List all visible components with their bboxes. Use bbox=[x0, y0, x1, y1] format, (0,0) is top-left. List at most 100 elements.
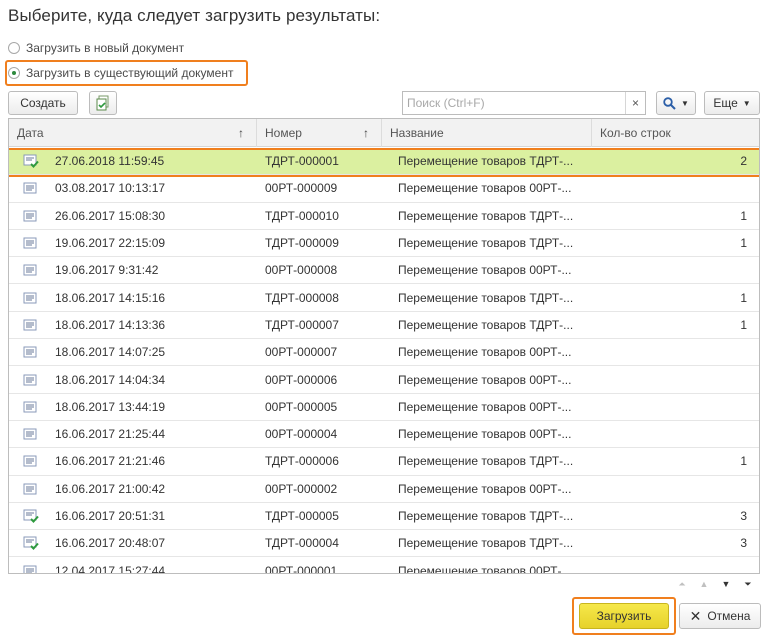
table-row[interactable]: 03.08.2017 10:13:17 00РТ-000009 Перемещени… bbox=[9, 175, 759, 203]
column-name-label: Название bbox=[390, 126, 444, 140]
copy-document-icon bbox=[96, 95, 109, 111]
cell-count bbox=[599, 476, 747, 502]
chevron-down-icon: ▼ bbox=[681, 98, 689, 108]
table-row[interactable]: 18.06.2017 14:04:34 00РТ-000006 Перемещени… bbox=[9, 366, 759, 394]
cell-date: 18.06.2017 14:07:25 bbox=[55, 345, 166, 360]
create-button[interactable]: Создать bbox=[8, 91, 78, 115]
table-row[interactable]: 18.06.2017 14:13:36 ТДРТ-000007 Перемещени… bbox=[9, 312, 759, 340]
cell-count: 1 bbox=[740, 454, 747, 469]
document-list-icon bbox=[23, 312, 41, 338]
cell-name: Перемещение товаров 00РТ-... bbox=[398, 345, 572, 360]
cell-name: Перемещение товаров ТДРТ-... bbox=[398, 454, 574, 469]
column-count[interactable]: Кол-во строк bbox=[592, 119, 759, 147]
cell-name: Перемещение товаров ТДРТ-... bbox=[398, 317, 574, 332]
cell-date: 26.06.2017 15:08:30 bbox=[55, 208, 166, 223]
table-row[interactable]: 16.06.2017 21:21:46 ТДРТ-000006 Перемещени… bbox=[9, 448, 759, 476]
cell-name: Перемещение товаров 00РТ-... bbox=[398, 263, 572, 278]
cancel-button[interactable]: ✕ Отмена bbox=[679, 603, 761, 629]
table-row[interactable]: 19.06.2017 22:15:09 ТДРТ-000009 Перемещени… bbox=[9, 230, 759, 258]
table-row[interactable]: 16.06.2017 21:00:42 00РТ-000002 Перемещени… bbox=[9, 476, 759, 503]
document-list-icon bbox=[23, 339, 41, 365]
document-list-icon bbox=[23, 230, 41, 256]
cancel-label: Отмена bbox=[707, 609, 751, 623]
cell-number: 00РТ-000005 bbox=[265, 399, 338, 414]
document-list-icon bbox=[23, 203, 41, 229]
option-new-document-label: Загрузить в новый документ bbox=[26, 41, 185, 55]
cell-count: 2 bbox=[740, 154, 747, 169]
cell-date: 16.06.2017 21:00:42 bbox=[55, 481, 166, 496]
table-row[interactable]: 16.06.2017 20:48:07 ТДРТ-000004 Перемещени… bbox=[9, 530, 759, 558]
cell-name: Перемещение товаров ТДРТ-... bbox=[398, 154, 574, 169]
column-date[interactable]: Дата ↑ bbox=[9, 119, 257, 147]
document-posted-icon bbox=[23, 530, 41, 556]
table-row[interactable]: 18.06.2017 14:15:16 ТДРТ-000008 Перемещени… bbox=[9, 284, 759, 312]
table-row[interactable]: 18.06.2017 13:44:19 00РТ-000005 Перемещени… bbox=[9, 394, 759, 421]
load-button[interactable]: Загрузить bbox=[579, 603, 669, 629]
table-row[interactable]: 27.06.2018 11:59:45 ТДРТ-000001 Перемещени… bbox=[9, 148, 759, 177]
cell-count: 1 bbox=[740, 236, 747, 251]
cell-date: 19.06.2017 22:15:09 bbox=[55, 236, 166, 251]
cell-name: Перемещение товаров ТДРТ-... bbox=[398, 208, 574, 223]
cell-count bbox=[599, 557, 747, 573]
search-input[interactable] bbox=[403, 93, 625, 113]
cell-number: ТДРТ-000001 bbox=[265, 154, 339, 169]
cell-date: 16.06.2017 21:25:44 bbox=[55, 427, 166, 442]
column-count-label: Кол-во строк bbox=[600, 126, 671, 140]
clear-search-button[interactable]: × bbox=[625, 92, 645, 114]
cell-number: ТДРТ-000008 bbox=[265, 290, 339, 305]
document-list-icon bbox=[23, 476, 41, 502]
table-row[interactable]: 12.04.2017 15:27:44 00РТ-000001 Перемещени… bbox=[9, 557, 759, 573]
table-body: 27.06.2018 11:59:45 ТДРТ-000001 Перемещени… bbox=[9, 148, 759, 573]
document-list-icon bbox=[23, 557, 41, 573]
radio-existing-document[interactable] bbox=[8, 67, 20, 79]
cell-date: 18.06.2017 14:15:16 bbox=[55, 290, 166, 305]
document-list-icon bbox=[23, 421, 41, 447]
scroll-first-button[interactable]: ⏶ bbox=[672, 575, 692, 593]
option-new-document[interactable]: Загрузить в новый документ bbox=[8, 37, 184, 59]
cell-date: 19.06.2017 9:31:42 bbox=[55, 263, 159, 278]
cell-count: 1 bbox=[740, 317, 747, 332]
cell-number: ТДРТ-000007 bbox=[265, 317, 339, 332]
scroll-last-button[interactable]: ⏷ bbox=[738, 575, 758, 593]
search-options-button[interactable]: ▼ bbox=[656, 91, 696, 115]
chevron-down-icon: ▼ bbox=[742, 98, 751, 108]
toolbar: Создать × ▼ Еще ▼ bbox=[0, 90, 768, 116]
document-posted-icon bbox=[23, 148, 41, 174]
cell-number: 00РТ-000009 bbox=[265, 181, 338, 196]
cell-name: Перемещение товаров 00РТ-... bbox=[398, 399, 572, 414]
cell-name: Перемещение товаров 00РТ-... bbox=[398, 427, 572, 442]
table-row[interactable]: 16.06.2017 20:51:31 ТДРТ-000005 Перемещени… bbox=[9, 503, 759, 531]
cell-count: 1 bbox=[740, 208, 747, 223]
dialog-title: Выберите, куда следует загрузить результ… bbox=[8, 6, 381, 25]
table-row[interactable]: 26.06.2017 15:08:30 ТДРТ-000010 Перемещени… bbox=[9, 203, 759, 230]
cell-number: 00РТ-000006 bbox=[265, 372, 338, 387]
radio-new-document[interactable] bbox=[8, 42, 20, 54]
document-list-icon bbox=[23, 448, 41, 474]
cell-name: Перемещение товаров ТДРТ-... bbox=[398, 509, 574, 523]
scroll-down-button[interactable]: ▼ bbox=[716, 575, 736, 593]
document-list-icon bbox=[23, 394, 41, 420]
table-row[interactable]: 16.06.2017 21:25:44 00РТ-000004 Перемещени… bbox=[9, 421, 759, 449]
cell-number: ТДРТ-000010 bbox=[265, 208, 339, 223]
table-row[interactable]: 19.06.2017 9:31:42 00РТ-000008 Перемещение… bbox=[9, 257, 759, 285]
scroll-up-button[interactable]: ▲ bbox=[694, 575, 714, 593]
cell-number: ТДРТ-000004 bbox=[265, 536, 339, 551]
column-name[interactable]: Название bbox=[382, 119, 592, 147]
search-box[interactable]: × bbox=[402, 91, 646, 115]
option-existing-document[interactable]: Загрузить в существующий документ bbox=[5, 60, 248, 86]
cell-date: 18.06.2017 14:13:36 bbox=[55, 317, 166, 332]
cell-name: Перемещение товаров 00РТ-... bbox=[398, 372, 572, 387]
documents-table[interactable]: Дата ↑ Номер ↑ Название Кол-во строк 27.… bbox=[8, 118, 760, 574]
cell-number: ТДРТ-000005 bbox=[265, 509, 339, 523]
more-button[interactable]: Еще ▼ bbox=[704, 91, 760, 115]
copy-button[interactable] bbox=[89, 91, 117, 115]
column-number[interactable]: Номер ↑ bbox=[257, 119, 382, 147]
document-list-icon bbox=[23, 366, 41, 392]
cell-count bbox=[599, 339, 747, 365]
sort-ascending-icon: ↑ bbox=[363, 126, 369, 140]
document-list-icon bbox=[23, 175, 41, 201]
cell-count: 3 bbox=[740, 536, 747, 551]
table-header: Дата ↑ Номер ↑ Название Кол-во строк bbox=[9, 119, 759, 147]
column-date-label: Дата bbox=[17, 126, 44, 140]
table-row[interactable]: 18.06.2017 14:07:25 00РТ-000007 Перемещени… bbox=[9, 339, 759, 367]
